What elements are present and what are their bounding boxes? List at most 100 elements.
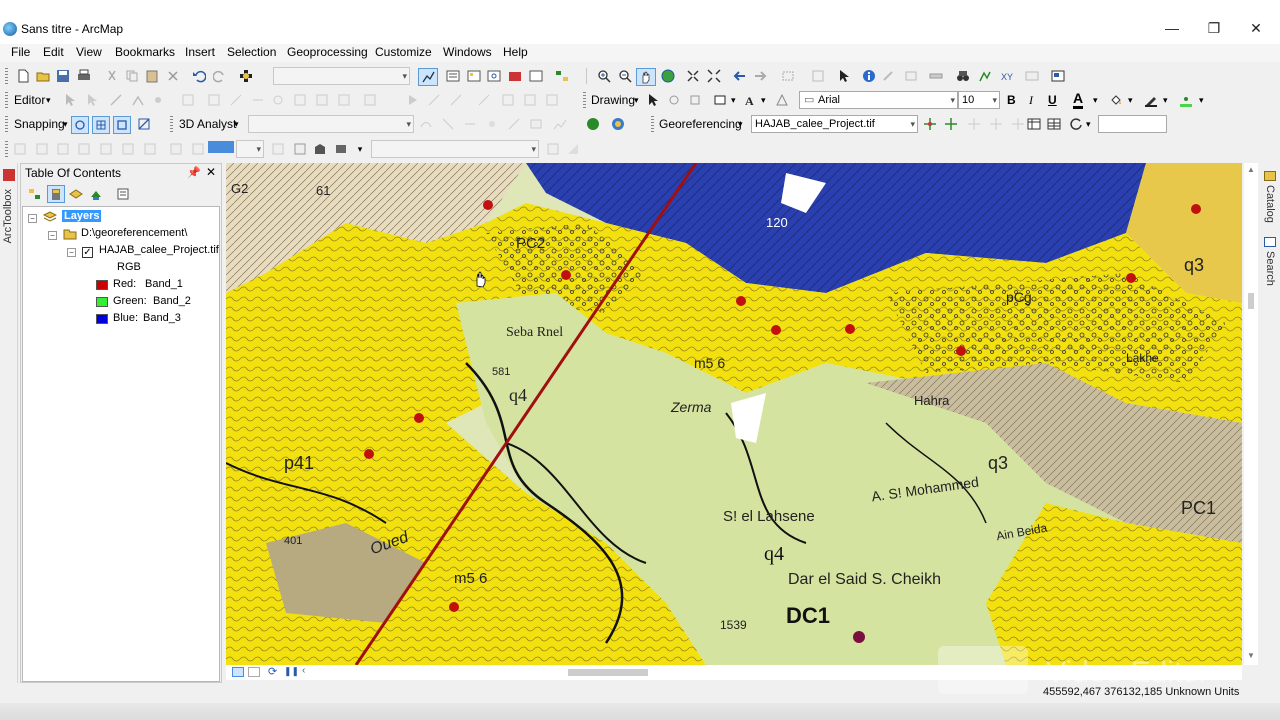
- edit-annotation-icon[interactable]: [84, 92, 100, 108]
- auto-adjust-icon[interactable]: [943, 116, 959, 132]
- line-color-dropdown-arrow[interactable]: ▾: [1163, 95, 1168, 106]
- layout-dropdown-arrow[interactable]: ▾: [352, 141, 368, 157]
- fix-topology-error-icon[interactable]: [76, 141, 92, 157]
- model-builder-icon[interactable]: [554, 68, 570, 84]
- font-size-combo[interactable]: 10 ▾: [958, 91, 1000, 109]
- editor-more-icon[interactable]: [362, 92, 378, 108]
- close-button[interactable]: ✕: [1236, 16, 1276, 40]
- vertex-snapping-icon[interactable]: [113, 116, 131, 134]
- raster-tool-icon[interactable]: [545, 141, 561, 157]
- layout-view-button[interactable]: [248, 667, 260, 677]
- map-vertical-scrollbar[interactable]: ▲ ▼: [1244, 163, 1258, 665]
- save-icon[interactable]: [55, 68, 71, 84]
- point-icon[interactable]: [150, 92, 166, 108]
- catalog-tab-icon[interactable]: [1264, 171, 1276, 181]
- select-elements-arrow-icon[interactable]: [836, 68, 852, 84]
- toolbar-grip[interactable]: [651, 116, 654, 132]
- layout-grid-icon[interactable]: [292, 141, 308, 157]
- point-snapping-icon[interactable]: [71, 116, 89, 134]
- catalog-tab[interactable]: Catalog: [1264, 185, 1276, 223]
- line-color-pen-icon[interactable]: [1143, 92, 1159, 108]
- toc-close-icon[interactable]: ✕: [206, 165, 216, 179]
- minimize-button[interactable]: —: [1152, 16, 1192, 40]
- view-link-table-icon[interactable]: [1026, 116, 1042, 132]
- zoom-in-icon[interactable]: [596, 68, 612, 84]
- toolbar-grip[interactable]: [170, 116, 173, 132]
- html-popup-icon[interactable]: [903, 68, 919, 84]
- menu-bookmarks[interactable]: Bookmarks: [115, 45, 175, 59]
- editor-dropdown-arrow[interactable]: ▾: [46, 95, 51, 106]
- zoom-to-selected-elements-icon[interactable]: [687, 92, 703, 108]
- menu-view[interactable]: View: [76, 45, 102, 59]
- advanced-editing-icon[interactable]: [448, 92, 464, 108]
- snapping-menu[interactable]: Snapping: [14, 117, 65, 131]
- drawing-menu[interactable]: Drawing: [591, 93, 635, 107]
- fill-color-bucket-icon[interactable]: [1108, 92, 1124, 108]
- layer-combo-disabled[interactable]: ▾: [371, 140, 539, 158]
- raster-layer-collapse-toggle[interactable]: −: [67, 248, 76, 257]
- font-color-button[interactable]: A: [1073, 90, 1084, 109]
- list-by-source-icon[interactable]: [47, 185, 65, 203]
- rotation-angle-input[interactable]: [1098, 115, 1167, 133]
- spatial-adjustment-icon[interactable]: [476, 92, 492, 108]
- scale-georef-icon[interactable]: [1010, 116, 1026, 132]
- layers-data-frame-label[interactable]: Layers: [62, 210, 102, 222]
- undo-icon[interactable]: [191, 68, 207, 84]
- layout-page-icon[interactable]: [270, 141, 286, 157]
- marker-color-dropdown-arrow[interactable]: ▾: [1199, 95, 1204, 106]
- split-icon[interactable]: [250, 92, 266, 108]
- line-of-sight-icon[interactable]: [462, 116, 478, 132]
- 3d-analyst-dropdown-arrow[interactable]: ▾: [234, 119, 239, 130]
- raster-classify-icon[interactable]: [565, 141, 581, 157]
- toolbar-grip[interactable]: [5, 141, 8, 157]
- raster-layer-name[interactable]: HAJAB_calee_Project.tif: [99, 244, 219, 256]
- cut-icon[interactable]: [104, 68, 120, 84]
- end-snapping-icon[interactable]: [92, 116, 110, 134]
- source-folder-label[interactable]: D:\georeferencement\: [81, 227, 187, 239]
- print-icon[interactable]: [76, 68, 92, 84]
- menu-geoprocessing[interactable]: Geoprocessing: [287, 45, 368, 59]
- bold-button[interactable]: B: [1007, 93, 1016, 107]
- toc-options-icon[interactable]: [115, 186, 131, 202]
- effects-icon[interactable]: [168, 141, 184, 157]
- delete-icon[interactable]: [165, 68, 181, 84]
- georeferencing-menu[interactable]: Georeferencing: [659, 117, 742, 131]
- profile-graph-icon[interactable]: [552, 116, 568, 132]
- scroll-up-arrow-icon[interactable]: ▲: [1247, 165, 1255, 174]
- effects-layer-combo[interactable]: ▾: [236, 140, 264, 158]
- topology-icon[interactable]: [405, 92, 421, 108]
- 3d-analyst-layer-combo[interactable]: ▾: [248, 115, 414, 133]
- full-extent-globe-icon[interactable]: [660, 68, 676, 84]
- search-tab-icon[interactable]: [1264, 237, 1276, 247]
- shift-georef-icon[interactable]: [988, 116, 1004, 132]
- edit-vertices-icon[interactable]: [180, 92, 196, 108]
- edit-tool-icon[interactable]: [62, 92, 78, 108]
- create-features-icon[interactable]: [336, 92, 352, 108]
- measure-icon[interactable]: [928, 68, 944, 84]
- paste-icon[interactable]: [144, 68, 160, 84]
- reshape-icon[interactable]: [206, 92, 222, 108]
- sketch-properties-icon[interactable]: [314, 92, 330, 108]
- copy-icon[interactable]: [124, 68, 140, 84]
- open-folder-icon[interactable]: [35, 68, 51, 84]
- editor-toolbar-icon[interactable]: [418, 68, 438, 86]
- interpolate-point-icon[interactable]: [484, 116, 500, 132]
- shared-features-icon[interactable]: [142, 141, 158, 157]
- list-by-selection-icon[interactable]: [88, 186, 104, 202]
- select-elements-icon[interactable]: [645, 92, 661, 108]
- map-display-area[interactable]: Seba Rnel q4 m5 6 p41 Zerma Hahra q3 S! …: [226, 163, 1242, 665]
- search-window-icon[interactable]: [486, 68, 502, 84]
- editor-menu[interactable]: Editor: [14, 93, 45, 107]
- identify-icon[interactable]: [861, 68, 877, 84]
- zoom-out-icon[interactable]: [617, 68, 633, 84]
- menu-selection[interactable]: Selection: [227, 45, 276, 59]
- map-scale-combo[interactable]: ▾: [273, 67, 410, 85]
- rotate-icon[interactable]: [270, 92, 286, 108]
- rectangle-icon[interactable]: [712, 92, 728, 108]
- cut-polygons-icon[interactable]: [228, 92, 244, 108]
- interpolate-line-icon[interactable]: [506, 116, 522, 132]
- select-features-icon[interactable]: [780, 68, 796, 84]
- new-document-icon[interactable]: [15, 68, 31, 84]
- toolbar-grip[interactable]: [5, 92, 8, 108]
- straight-segment-icon[interactable]: [108, 92, 124, 108]
